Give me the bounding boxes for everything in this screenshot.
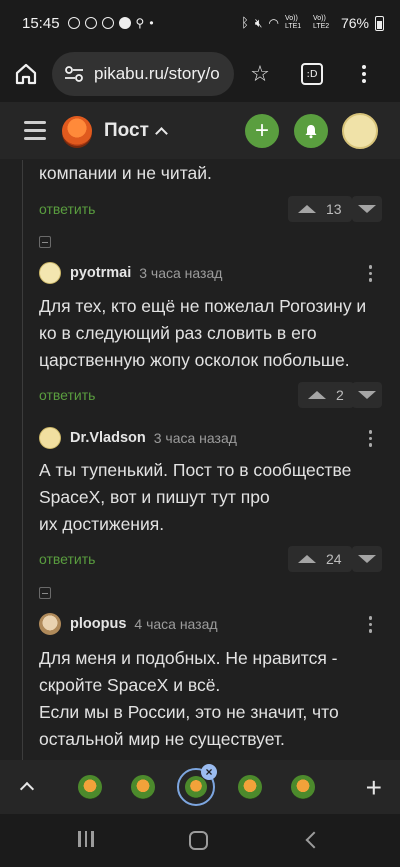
upvote-button[interactable]: 2 — [298, 382, 354, 408]
comment-time: 3 часа назад — [153, 430, 237, 446]
star-icon: ☆ — [250, 61, 270, 87]
site-header: Пост + — [0, 102, 400, 160]
pikabu-notification-icon — [67, 17, 80, 29]
status-bar: 15:45 ⚲ • ᛒ 🔇︎ ◠ Vo)) LTE1 Vo)) LTE2 76% — [0, 0, 400, 46]
status-system-icons: ᛒ 🔇︎ ◠ Vo)) LTE1 Vo)) LTE2 76% — [241, 15, 384, 31]
bluetooth-icon: ᛒ — [241, 15, 249, 31]
home-nav-button[interactable] — [189, 831, 208, 850]
pikabu-logo[interactable] — [62, 115, 92, 146]
reply-link[interactable]: ответить — [39, 201, 95, 217]
site-settings-icon — [65, 66, 83, 82]
address-bar[interactable]: pikabu.ru/story/o — [52, 52, 234, 96]
comment-text-line: Для меня и подобных. Не нравится - — [39, 648, 338, 668]
avatar[interactable] — [39, 613, 61, 635]
home-button[interactable] — [0, 63, 52, 85]
comment-meta: ploopus 4 часа назад — [39, 612, 218, 636]
tab-favicon[interactable] — [291, 775, 315, 799]
chevron-up-icon[interactable] — [19, 781, 35, 797]
downvote-button[interactable] — [352, 546, 382, 572]
mute-icon: 🔇︎ — [254, 15, 263, 30]
collapse-thread-button[interactable] — [39, 587, 51, 599]
page-title[interactable]: Пост — [104, 120, 149, 142]
comment-meta: Dr.Vladson 3 часа назад — [39, 426, 237, 450]
more-vert-icon — [362, 65, 366, 83]
arrow-down-icon — [358, 391, 376, 399]
avatar[interactable] — [39, 427, 61, 449]
back-button[interactable] — [305, 831, 323, 849]
tab-favicon[interactable] — [131, 775, 155, 799]
tab-favicon[interactable] — [238, 775, 262, 799]
comment-text-line: их достижения. — [39, 514, 165, 534]
bell-icon — [305, 125, 317, 139]
arrow-down-icon — [358, 555, 376, 563]
recents-button[interactable] — [78, 831, 94, 847]
comment-author[interactable]: ploopus — [70, 616, 126, 632]
add-post-button[interactable]: + — [245, 114, 279, 148]
notifications-button[interactable] — [294, 114, 328, 148]
upvote-button[interactable]: 24 — [288, 546, 352, 572]
downvote-button[interactable] — [352, 196, 382, 222]
comment-text: Для меня и подобных. Не нравится - скрой… — [39, 645, 384, 753]
reply-link[interactable]: ответить — [39, 551, 95, 567]
comment-text-line: Если мы в России, это не значит, что — [39, 702, 339, 722]
thread-line — [22, 160, 23, 760]
home-icon — [15, 63, 37, 85]
comment-time: 4 часа назад — [134, 616, 218, 632]
comment-menu-button[interactable] — [368, 265, 372, 282]
new-tab-button[interactable]: + — [366, 772, 382, 804]
volte-signal-icon: Vo)) LTE1 — [284, 15, 302, 30]
comment-text-line: А ты тупенький. Пост то в сообществе — [39, 460, 352, 480]
comment-text-line: SpaceX, вот и пишут тут про — [39, 487, 270, 507]
browser-menu-button[interactable] — [338, 65, 390, 83]
tab-strip: × + — [0, 760, 400, 814]
comment-text-line: остальной мир не существует. — [39, 729, 285, 749]
comment-menu-button[interactable] — [368, 616, 372, 633]
tab-count: :D — [301, 63, 323, 85]
browser-toolbar: pikabu.ru/story/o ☆ :D — [0, 46, 400, 102]
comment-text-line: скройте SpaceX и всё. — [39, 675, 221, 695]
volte-signal-icon: Vo)) LTE2 — [312, 15, 330, 30]
chevron-up-icon[interactable] — [155, 127, 168, 140]
downvote-button[interactable] — [352, 382, 382, 408]
bookmark-button[interactable]: ☆ — [234, 62, 286, 87]
close-tab-icon[interactable]: × — [201, 764, 217, 780]
system-navigation-bar — [0, 814, 400, 867]
arrow-down-icon — [358, 205, 376, 213]
comment-menu-button[interactable] — [368, 430, 372, 447]
comment-text: компании и не читай. — [39, 163, 212, 183]
collapse-thread-button[interactable] — [39, 236, 51, 248]
comment-time: 3 часа назад — [139, 265, 223, 281]
pikabu-notification-icon — [101, 17, 114, 29]
status-notification-icons: ⚲ • — [67, 16, 154, 30]
comment-meta: pyotrmai 3 часа назад — [39, 261, 222, 285]
url-text: pikabu.ru/story/o — [94, 64, 220, 83]
reply-link[interactable]: ответить — [39, 387, 95, 403]
tab-favicon[interactable] — [78, 775, 102, 799]
comment-text: А ты тупенький. Пост то в сообществе Spa… — [39, 457, 384, 538]
keyhole-icon: ⚲ — [135, 16, 145, 30]
avatar[interactable] — [39, 262, 61, 284]
comment-rating: 2 — [336, 387, 344, 403]
battery-percent: 76% — [340, 15, 369, 31]
tab-switcher-button[interactable]: :D — [286, 63, 338, 85]
arrow-up-icon — [298, 205, 316, 213]
comment-author[interactable]: Dr.Vladson — [70, 430, 146, 446]
menu-icon[interactable] — [24, 121, 46, 140]
dot-icon: • — [149, 16, 154, 30]
user-avatar[interactable] — [342, 113, 378, 149]
arrow-up-icon — [308, 391, 326, 399]
comment-text: Для тех, кто ещё не пожелал Рогозину и к… — [39, 296, 367, 370]
plus-icon: + — [254, 117, 269, 144]
comment-author[interactable]: pyotrmai — [70, 265, 131, 281]
wifi-icon: ◠ — [268, 16, 279, 30]
comment-rating: 24 — [326, 551, 342, 567]
user-icon — [118, 17, 131, 29]
battery-icon — [375, 15, 384, 31]
comments-section: компании и не читай. ответить 13 pyotrma… — [0, 160, 400, 760]
status-time: 15:45 — [22, 14, 60, 32]
upvote-button[interactable]: 13 — [288, 196, 352, 222]
alarm-icon — [84, 17, 97, 29]
arrow-up-icon — [298, 555, 316, 563]
comment-rating: 13 — [326, 201, 342, 217]
